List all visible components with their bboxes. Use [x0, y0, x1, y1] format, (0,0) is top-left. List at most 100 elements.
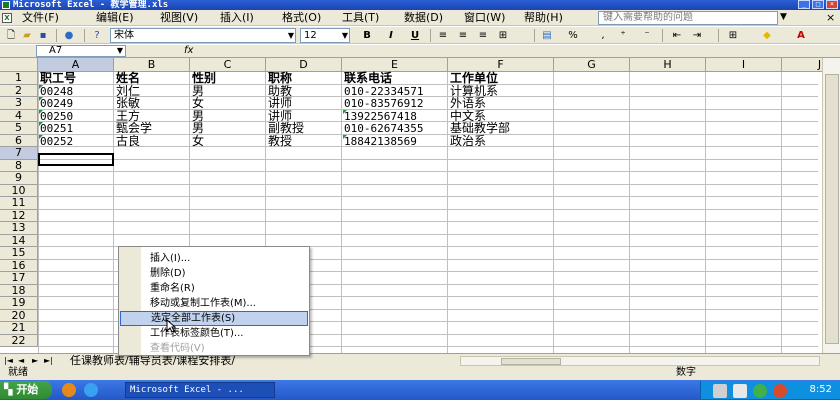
menu-insert[interactable]: 插入(I) [220, 12, 254, 24]
borders-icon[interactable]: ⊞ [726, 29, 740, 42]
open-icon[interactable]: ▰ [20, 29, 34, 42]
data-cell[interactable]: 18842138569 [342, 134, 417, 147]
comma-style-icon[interactable]: , [596, 29, 610, 42]
increase-decimal-icon[interactable]: ⁺ [616, 29, 630, 42]
workbook-icon[interactable]: X [2, 13, 12, 23]
tray-app-icon[interactable] [753, 384, 767, 398]
underline-button[interactable]: U [408, 29, 422, 42]
fill-color-icon[interactable]: ◆ [760, 29, 774, 42]
header-cell[interactable]: 联系电话 [342, 72, 392, 85]
align-right-icon[interactable]: ≡ [476, 29, 490, 42]
data-cell[interactable]: 政治系 [448, 134, 486, 148]
vertical-scrollbar[interactable] [822, 58, 840, 353]
header-cell[interactable]: 职工号 [38, 72, 76, 85]
data-cell[interactable]: 张敏 [114, 97, 140, 110]
row-header-22[interactable]: 22 [0, 334, 38, 347]
row-header-19[interactable]: 19 [0, 297, 38, 310]
data-cell[interactable]: 教授 [266, 134, 292, 148]
column-header-a[interactable]: A [38, 58, 114, 72]
data-cell[interactable]: 甄会学 [114, 122, 152, 135]
prev-sheet-button[interactable]: ◄ [18, 354, 24, 367]
row-header-9[interactable]: 9 [0, 172, 38, 185]
data-cell[interactable]: 外语系 [448, 97, 486, 110]
bold-button[interactable]: B [360, 29, 374, 42]
horizontal-scroll-thumb[interactable] [501, 358, 561, 365]
column-header-b[interactable]: B [114, 58, 190, 72]
data-cell[interactable]: 00250 [38, 109, 73, 122]
last-sheet-button[interactable]: ►| [44, 354, 53, 367]
ctx-delete[interactable]: 删除(D) [142, 266, 308, 281]
menu-window[interactable]: 窗口(W) [464, 12, 505, 24]
first-sheet-button[interactable]: |◄ [4, 354, 13, 367]
next-sheet-button[interactable]: ► [32, 354, 38, 367]
data-cell[interactable]: 副教授 [266, 122, 304, 135]
data-cell[interactable]: 010-83576912 [342, 97, 423, 110]
row-header-3[interactable]: 3 [0, 97, 38, 110]
data-cell[interactable]: 00248 [38, 84, 73, 97]
currency-icon[interactable]: ▤ [540, 29, 554, 42]
data-cell[interactable]: 13922567418 [342, 109, 417, 122]
row-header-15[interactable]: 15 [0, 247, 38, 260]
row-header-7[interactable]: 7 [0, 147, 38, 160]
horizontal-scrollbar[interactable] [460, 356, 820, 366]
merge-center-icon[interactable]: ⊞ [496, 29, 510, 42]
menu-view[interactable]: 视图(V) [160, 12, 198, 24]
tray-network-icon[interactable] [713, 384, 727, 398]
new-icon[interactable]: 🗋 [4, 29, 18, 42]
close-button[interactable]: × [826, 0, 838, 9]
row-header-11[interactable]: 11 [0, 197, 38, 210]
minimize-button[interactable]: _ [798, 0, 810, 9]
save-icon[interactable]: ▪ [36, 29, 50, 42]
select-all-corner[interactable] [0, 58, 38, 72]
increase-indent-icon[interactable]: ⇥ [690, 29, 704, 42]
ie-quicklaunch-icon[interactable] [84, 383, 98, 397]
browser-quicklaunch-icon[interactable] [62, 383, 76, 397]
permission-icon[interactable]: ● [62, 29, 76, 42]
row-header-13[interactable]: 13 [0, 222, 38, 235]
data-cell[interactable]: 讲师 [266, 97, 292, 110]
ctx-insert[interactable]: 插入(I)... [142, 251, 308, 266]
data-cell[interactable]: 010-22334571 [342, 85, 423, 98]
data-cell[interactable]: 男 [190, 122, 204, 135]
data-cell[interactable]: 00251 [38, 122, 73, 135]
menu-tools[interactable]: 工具(T) [342, 12, 379, 24]
column-header-f[interactable]: F [448, 58, 554, 72]
menu-help[interactable]: 帮助(H) [524, 12, 563, 24]
menu-format[interactable]: 格式(O) [282, 12, 321, 24]
tray-security-icon[interactable] [773, 384, 787, 398]
help-dropdown-icon[interactable]: ▼ [780, 12, 787, 22]
column-header-i[interactable]: I [706, 58, 782, 72]
data-cell[interactable]: 010-62674355 [342, 122, 423, 135]
decrease-indent-icon[interactable]: ⇤ [670, 29, 684, 42]
insert-function-icon[interactable]: fx [184, 45, 193, 56]
decrease-decimal-icon[interactable]: ⁻ [640, 29, 654, 42]
row-header-21[interactable]: 21 [0, 322, 38, 335]
row-header-1[interactable]: 1 [0, 72, 38, 85]
italic-button[interactable]: I [384, 29, 398, 42]
font-color-button[interactable]: A [794, 29, 808, 42]
data-cell[interactable]: 00252 [38, 134, 73, 147]
column-header-h[interactable]: H [630, 58, 706, 72]
data-cell[interactable]: 女 [190, 134, 204, 148]
header-cell[interactable]: 职称 [266, 72, 292, 85]
vertical-scroll-thumb[interactable] [825, 74, 839, 344]
help-icon[interactable]: ? [90, 29, 104, 42]
data-cell[interactable]: 古良 [114, 134, 140, 148]
data-cell[interactable]: 女 [190, 97, 204, 110]
help-search-input[interactable]: 键入需要帮助的问题 [598, 11, 778, 25]
ctx-rename[interactable]: 重命名(R) [142, 281, 308, 296]
menu-edit[interactable]: 编辑(E) [96, 12, 134, 24]
menu-data[interactable]: 数据(D) [404, 12, 443, 24]
header-cell[interactable]: 姓名 [114, 72, 140, 85]
taskbar-excel-button[interactable]: Microsoft Excel - ... [125, 382, 275, 398]
start-button[interactable]: ▚ 开始 [0, 381, 52, 399]
tray-volume-icon[interactable] [733, 384, 747, 398]
font-name-select[interactable]: 宋体 ▼ [110, 28, 296, 43]
row-header-17[interactable]: 17 [0, 272, 38, 285]
align-center-icon[interactable]: ≡ [456, 29, 470, 42]
data-cell[interactable]: 00249 [38, 97, 73, 110]
font-size-select[interactable]: 12 ▼ [300, 28, 350, 43]
align-left-icon[interactable]: ≡ [436, 29, 450, 42]
data-cell[interactable]: 基础教学部 [448, 122, 510, 135]
header-cell[interactable]: 工作单位 [448, 72, 498, 85]
